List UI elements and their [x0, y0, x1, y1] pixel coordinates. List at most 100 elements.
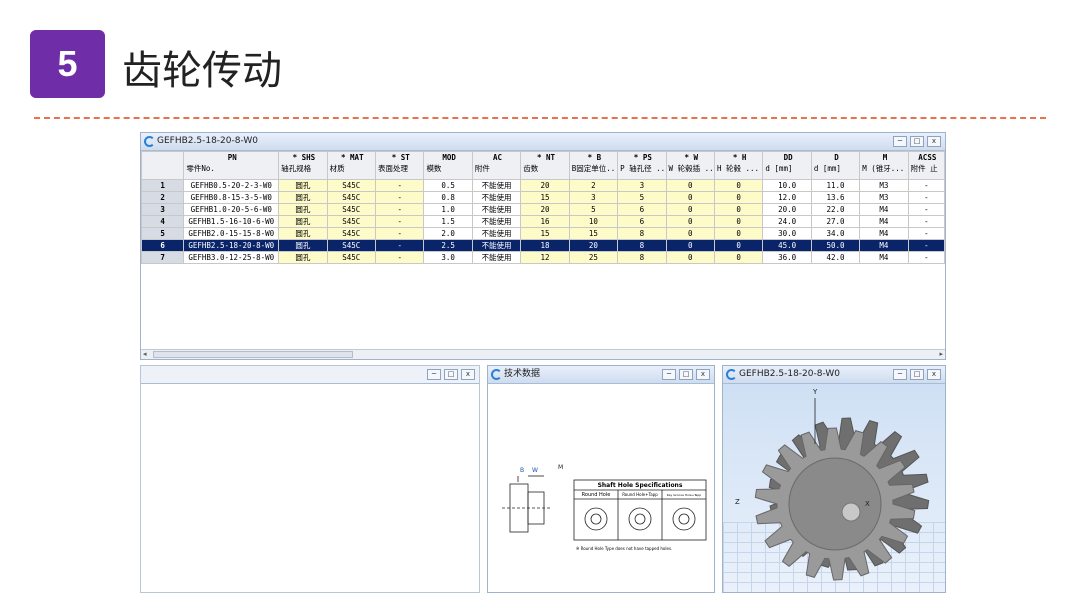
horizontal-scrollbar[interactable]: ◂ ▸ [141, 349, 945, 359]
table-cell-dd[interactable]: 45.0 [762, 239, 812, 252]
table-cell-m[interactable]: M3 [859, 191, 909, 204]
table-cell-d[interactable]: 50.0 [810, 239, 861, 252]
tech-data-window[interactable]: 技术数据 ─ □ x B W M Shaft Hole Specificatio… [487, 365, 715, 593]
column-header[interactable]: DD d [mm] [762, 151, 812, 180]
table-cell-acss[interactable]: - [907, 203, 946, 216]
table-cell-shs[interactable]: 圆孔 [278, 191, 328, 204]
maximize-button[interactable]: □ [679, 369, 693, 380]
maximize-button[interactable]: □ [910, 136, 924, 147]
table-cell-ps[interactable]: 3 [617, 179, 667, 192]
table-cell-mat[interactable]: S45C [326, 179, 377, 192]
table-row[interactable]: 3 GEFHB1.0-20-5-6-W0 圆孔 S45C -1.0 不能使用 20 5 6 0 0 2… [140, 203, 946, 216]
column-header[interactable]: * H H 轮毂 ... [713, 151, 764, 180]
table-cell-st[interactable]: - [375, 191, 425, 204]
table-cell-w[interactable]: 0 [665, 227, 715, 240]
row-number[interactable]: 4 [140, 215, 185, 228]
table-cell-d[interactable]: 27.0 [810, 215, 861, 228]
table-cell-h[interactable]: 0 [713, 179, 764, 192]
table-cell-ps[interactable]: 8 [617, 251, 667, 264]
table-cell-ac[interactable]: 不能使用 [471, 191, 522, 204]
table-cell-mod[interactable]: 3.0 [423, 251, 473, 264]
table-cell-ac[interactable]: 不能使用 [471, 227, 522, 240]
table-cell-pn[interactable]: GEFHB3.0-12-25-8-W0 [183, 251, 280, 264]
table-cell-mat[interactable]: S45C [326, 203, 377, 216]
column-header[interactable]: Dd [mm] [810, 151, 861, 180]
table-cell-ac[interactable]: 不能使用 [471, 251, 522, 264]
parts-table-window[interactable]: GEFHB2.5-18-20-8-W0 ─ □ x PN 零件No. * SHS 轴孔… [140, 132, 946, 360]
table-row[interactable]: 4 GEFHB1.5-16-10-6-W0 圆孔 S45C -1.5 不能使用 16 10 6 0… [140, 215, 946, 228]
table-cell-h[interactable]: 0 [713, 239, 764, 252]
table-cell-acss[interactable]: - [907, 239, 946, 252]
table-cell-nt[interactable]: 16 [520, 215, 570, 228]
table-cell-shs[interactable]: 圆孔 [278, 239, 328, 252]
column-header[interactable]: * B B固定单位... [568, 151, 619, 180]
table-cell-nt[interactable]: 18 [520, 239, 570, 252]
table-cell-acss[interactable]: - [907, 227, 946, 240]
table-cell-pn[interactable]: GEFHB2.0-15-15-8-W0 [183, 227, 280, 240]
table-row[interactable]: 2 GEFHB0.8-15-3-5-W0 圆孔 S45C -0.8 不能使用 15 3 5 0 0 1… [140, 191, 946, 204]
table-cell-nt[interactable]: 15 [520, 227, 570, 240]
parts-table-titlebar[interactable]: GEFHB2.5-18-20-8-W0 ─ □ x [141, 133, 945, 151]
table-cell-st[interactable]: - [375, 239, 425, 252]
table-cell-w[interactable]: 0 [665, 179, 715, 192]
table-cell-ac[interactable]: 不能使用 [471, 179, 522, 192]
table-cell-b[interactable]: 5 [568, 203, 619, 216]
table-cell-shs[interactable]: 圆孔 [278, 227, 328, 240]
table-cell-dd[interactable]: 20.0 [762, 203, 812, 216]
tech-data-titlebar[interactable]: 技术数据 ─ □ x [488, 366, 714, 384]
table-cell-ac[interactable]: 不能使用 [471, 215, 522, 228]
table-cell-d[interactable]: 34.0 [810, 227, 861, 240]
row-number[interactable]: 1 [140, 179, 185, 192]
scroll-right-arrow-icon[interactable]: ▸ [939, 350, 943, 358]
minimize-button[interactable]: ─ [893, 136, 907, 147]
table-cell-nt[interactable]: 20 [520, 179, 570, 192]
table-cell-dd[interactable]: 36.0 [762, 251, 812, 264]
table-cell-w[interactable]: 0 [665, 215, 715, 228]
table-cell-d[interactable]: 22.0 [810, 203, 861, 216]
table-cell-mod[interactable]: 0.5 [423, 179, 473, 192]
column-header[interactable]: M M (锥牙... [859, 151, 909, 180]
table-cell-mat[interactable]: S45C [326, 215, 377, 228]
table-cell-dd[interactable]: 30.0 [762, 227, 812, 240]
table-cell-shs[interactable]: 圆孔 [278, 179, 328, 192]
table-cell-pn[interactable]: GEFHB2.5-18-20-8-W0 [183, 239, 280, 252]
table-cell-mod[interactable]: 2.0 [423, 227, 473, 240]
table-cell-mod[interactable]: 1.5 [423, 215, 473, 228]
table-cell-h[interactable]: 0 [713, 215, 764, 228]
table-cell-m[interactable]: M4 [859, 239, 909, 252]
table-cell-shs[interactable]: 圆孔 [278, 203, 328, 216]
table-cell-acss[interactable]: - [907, 215, 946, 228]
table-cell-m[interactable]: M4 [859, 203, 909, 216]
scrollbar-thumb[interactable] [153, 351, 353, 358]
column-header[interactable]: * ST 表面处理 [375, 151, 425, 180]
table-cell-ps[interactable]: 5 [617, 191, 667, 204]
table-cell-mat[interactable]: S45C [326, 239, 377, 252]
table-cell-ps[interactable]: 8 [617, 227, 667, 240]
close-button[interactable]: x [927, 136, 941, 147]
maximize-button[interactable]: □ [444, 369, 458, 380]
table-cell-st[interactable]: - [375, 215, 425, 228]
table-cell-m[interactable]: M4 [859, 251, 909, 264]
table-cell-w[interactable]: 0 [665, 191, 715, 204]
column-header[interactable]: AC 附件 [471, 151, 522, 180]
table-row[interactable]: 7 GEFHB3.0-12-25-8-W0 圆孔 S45C -3.0 不能使用 12 25 8 0… [140, 251, 946, 264]
table-cell-b[interactable]: 2 [568, 179, 619, 192]
maximize-button[interactable]: □ [910, 369, 924, 380]
table-cell-d[interactable]: 42.0 [810, 251, 861, 264]
table-cell-shs[interactable]: 圆孔 [278, 215, 328, 228]
table-cell-acss[interactable]: - [907, 191, 946, 204]
3d-model-titlebar[interactable]: GEFHB2.5-18-20-8-W0 ─ □ x [723, 366, 945, 384]
table-cell-st[interactable]: - [375, 227, 425, 240]
column-header[interactable]: * W W 轮毂插 ... [665, 151, 715, 180]
table-cell-pn[interactable]: GEFHB1.0-20-5-6-W0 [183, 203, 280, 216]
parts-table[interactable]: PN 零件No. * SHS 轴孔规格 * MAT 材质 * ST 表面处理 MOD 模数 AC 附件… [140, 151, 946, 264]
table-cell-nt[interactable]: 15 [520, 191, 570, 204]
table-cell-w[interactable]: 0 [665, 251, 715, 264]
table-cell-h[interactable]: 0 [713, 227, 764, 240]
table-cell-shs[interactable]: 圆孔 [278, 251, 328, 264]
table-cell-h[interactable]: 0 [713, 203, 764, 216]
table-cell-acss[interactable]: - [907, 251, 946, 264]
row-number[interactable]: 7 [140, 251, 185, 264]
table-cell-mod[interactable]: 0.8 [423, 191, 473, 204]
row-number[interactable]: 3 [140, 203, 185, 216]
